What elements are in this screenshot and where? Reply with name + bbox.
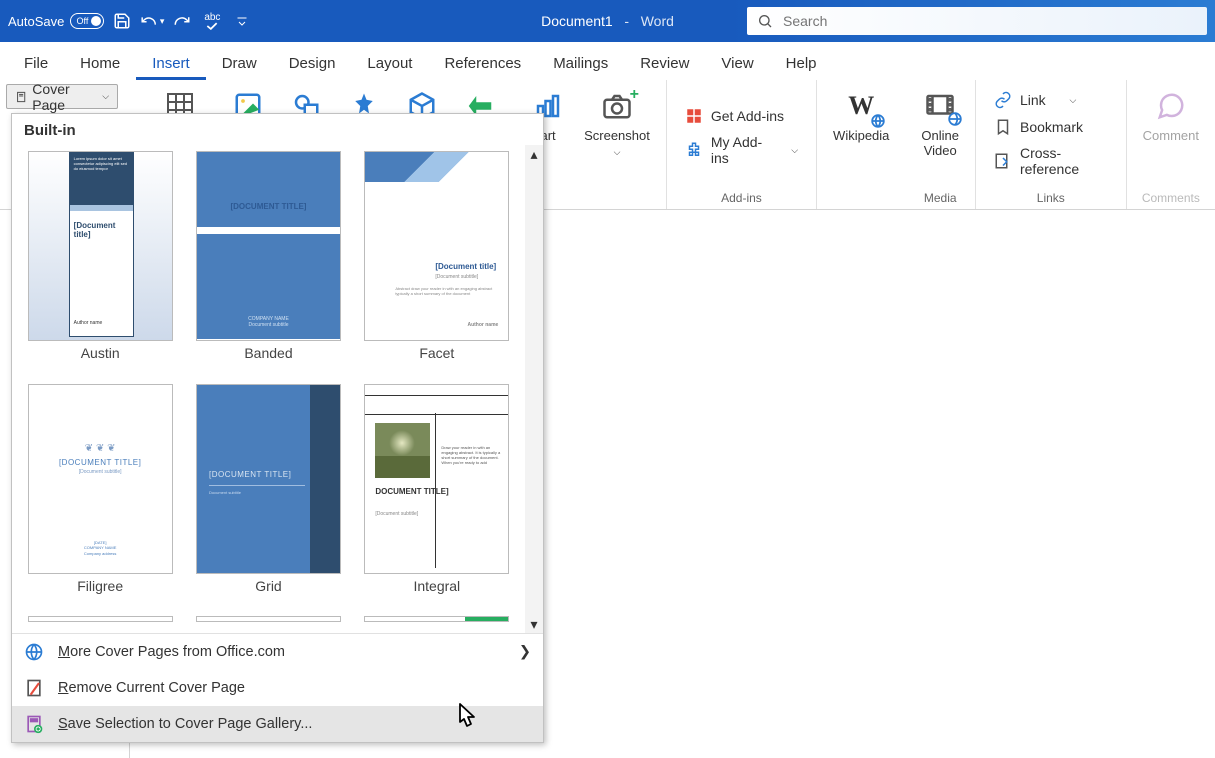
qat-customize-icon[interactable] <box>230 9 254 33</box>
menu-references[interactable]: References <box>428 47 537 80</box>
page-icon <box>15 90 27 104</box>
crossref-button[interactable]: Cross-reference <box>988 142 1114 180</box>
comment-button[interactable]: Comment <box>1135 84 1207 147</box>
remove-cover-page-item[interactable]: Remove Current Cover Page <box>12 670 543 706</box>
group-comments-label: Comments <box>1135 189 1207 209</box>
menu-help[interactable]: Help <box>770 47 833 80</box>
bookmark-button[interactable]: Bookmark <box>988 115 1114 139</box>
gallery-item-integral[interactable]: Draw your reader in with an engaging abs… <box>363 384 511 605</box>
redo-icon[interactable] <box>170 9 194 33</box>
my-addins-button[interactable]: My Add-ins ⌵ <box>679 131 804 169</box>
cover-page-button[interactable]: Cover Page ⌵ <box>6 84 118 109</box>
search-box[interactable] <box>747 7 1207 35</box>
menu-home[interactable]: Home <box>64 47 136 80</box>
toggle-dot <box>91 16 101 26</box>
remove-page-icon <box>24 678 44 698</box>
search-icon <box>757 13 773 29</box>
autosave-state: Off <box>77 16 89 26</box>
save-icon[interactable] <box>110 9 134 33</box>
globe-icon <box>24 642 44 662</box>
group-links-label: Links <box>984 189 1118 209</box>
toggle-switch[interactable]: Off <box>70 13 104 29</box>
group-media-label: Media <box>913 189 967 209</box>
get-addins-button[interactable]: Get Add-ins <box>679 104 804 128</box>
screenshot-button[interactable]: +Screenshot⌵ <box>576 84 658 162</box>
gallery-item-banded[interactable]: [DOCUMENT TITLE]COMPANY NAMEDocument sub… <box>194 151 342 372</box>
scroll-up-button[interactable]: ▴ <box>525 145 543 163</box>
gallery-item-peek[interactable] <box>363 616 511 633</box>
title-bar: AutoSave Off ▾ abc Document1 - Word <box>0 0 1215 42</box>
gallery: Lorem ipsum dolor sit amet consectetur a… <box>12 145 525 633</box>
menu-insert[interactable]: Insert <box>136 47 206 80</box>
menu-file[interactable]: File <box>8 47 64 80</box>
undo-icon[interactable]: ▾ <box>140 9 164 33</box>
wikipedia-button[interactable]: WWikipedia <box>825 84 897 147</box>
search-input[interactable] <box>783 13 1197 29</box>
menu-design[interactable]: Design <box>273 47 352 80</box>
save-gallery-icon <box>24 714 44 734</box>
scroll-down-button[interactable]: ▾ <box>525 615 543 633</box>
gallery-item-filigree[interactable]: ❦ ❦ ❦[DOCUMENT TITLE][Document subtitle]… <box>26 384 174 605</box>
scroll-track[interactable] <box>525 163 543 615</box>
menu-view[interactable]: View <box>705 47 769 80</box>
menu-layout[interactable]: Layout <box>351 47 428 80</box>
menu-draw[interactable]: Draw <box>206 47 273 80</box>
autosave-toggle[interactable]: AutoSave Off <box>8 13 104 29</box>
dropdown-menu: More Cover Pages from Office.com ❯ Remov… <box>12 633 543 742</box>
document-title: Document1 - Word <box>541 13 674 29</box>
gallery-item-facet[interactable]: [Document title][Document subtitle]Abstr… <box>363 151 511 372</box>
link-button[interactable]: Link ⌵ <box>988 88 1114 112</box>
spellcheck-icon[interactable]: abc <box>200 9 224 33</box>
menu-bar: File Home Insert Draw Design Layout Refe… <box>0 42 1215 80</box>
cover-page-dropdown: Built-in Lorem ipsum dolor sit amet cons… <box>11 113 544 743</box>
dropdown-section-header: Built-in <box>12 114 543 145</box>
group-addins-label: Add-ins <box>675 189 808 209</box>
gallery-scrollbar[interactable]: ▴ ▾ <box>525 145 543 633</box>
online-video-button[interactable]: OnlineVideo <box>913 84 967 162</box>
more-cover-pages-item[interactable]: More Cover Pages from Office.com ❯ <box>12 634 543 670</box>
gallery-item-peek[interactable] <box>26 616 174 633</box>
chevron-right-icon: ❯ <box>519 644 531 660</box>
gallery-item-grid[interactable]: [DOCUMENT TITLE]Document subtitle Grid <box>194 384 342 605</box>
save-to-gallery-item[interactable]: Save Selection to Cover Page Gallery... <box>12 706 543 742</box>
menu-mailings[interactable]: Mailings <box>537 47 624 80</box>
gallery-item-peek[interactable] <box>194 616 342 633</box>
menu-review[interactable]: Review <box>624 47 705 80</box>
autosave-label: AutoSave <box>8 14 64 29</box>
gallery-item-austin[interactable]: Lorem ipsum dolor sit amet consectetur a… <box>26 151 174 372</box>
